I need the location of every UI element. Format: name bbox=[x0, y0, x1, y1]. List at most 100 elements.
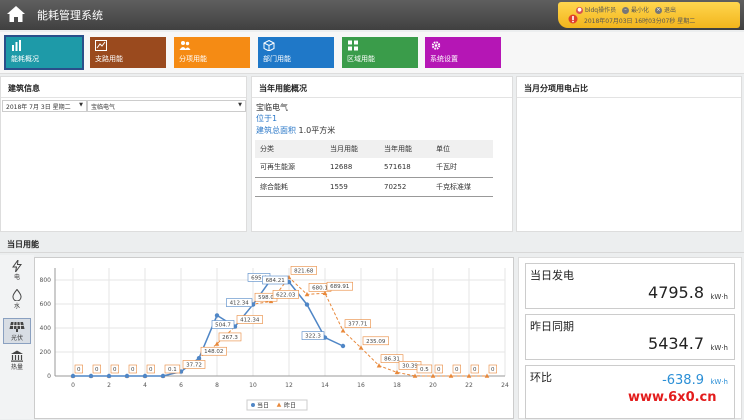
tab-solar[interactable]: 光伏 bbox=[3, 318, 31, 344]
data-label: 267.3 bbox=[222, 335, 238, 341]
nav-branch-energy[interactable]: 支路用能 bbox=[90, 37, 166, 68]
app-title: 能耗管理系统 bbox=[37, 9, 103, 22]
mom-unit: kW·h bbox=[710, 378, 728, 386]
logout-icon[interactable]: × bbox=[654, 7, 662, 14]
x-tick-label: 0 bbox=[71, 382, 75, 389]
cube-icon bbox=[263, 40, 275, 51]
gear-icon bbox=[431, 41, 441, 50]
x-tick-label: 2 bbox=[107, 382, 111, 389]
watermark: www.6x0.cn bbox=[628, 390, 717, 405]
data-label: 0 bbox=[437, 367, 441, 373]
nav-energy-overview[interactable]: 能耗概况 bbox=[4, 35, 84, 70]
monthly-share-panel: 当月分项用电占比 bbox=[516, 76, 742, 232]
data-label: 148.02 bbox=[204, 349, 223, 355]
data-point-today bbox=[106, 373, 112, 379]
today-generation-card: 当日发电 4795.8 kW·h bbox=[525, 263, 735, 309]
data-label: 821.68 bbox=[294, 268, 314, 274]
data-point-today bbox=[142, 373, 148, 379]
daily-energy-chart: 02004006008000 2 4 6 8 10 12 14 16 18 20 22 240 0 0 0 0 0… bbox=[40, 266, 509, 411]
data-point-today bbox=[88, 373, 94, 379]
data-point-today bbox=[340, 343, 346, 349]
data-point-yesterday bbox=[340, 328, 346, 333]
data-label: 0 bbox=[113, 367, 117, 373]
data-point-today bbox=[124, 373, 130, 379]
top-bar: 能耗管理系统 ● bldq操作员 – 最小化 × 退出 2018年07月03日 16时… bbox=[0, 0, 744, 30]
data-label: 30.39 bbox=[402, 363, 418, 369]
building-area: 建筑总面积 1.0平方米 bbox=[256, 126, 336, 135]
data-point-today bbox=[214, 313, 220, 318]
y-tick-label: 600 bbox=[40, 301, 52, 308]
legend-label-yesterday: 昨日 bbox=[284, 402, 296, 410]
data-label: 0 bbox=[131, 367, 135, 373]
logout-button[interactable]: 退出 bbox=[664, 7, 676, 14]
yearly-energy-panel: 当年用能概况 宝临电气 位于1 建筑总面积 1.0平方米 分类 当月用能 当年用… bbox=[251, 76, 513, 232]
data-point-today bbox=[70, 373, 76, 379]
data-label: 0 bbox=[77, 367, 81, 373]
data-label: 684.21 bbox=[266, 278, 285, 284]
y-tick-label: 200 bbox=[40, 349, 52, 356]
data-label: 689.91 bbox=[330, 284, 349, 290]
building-name: 宝临电气 bbox=[256, 103, 288, 112]
today-generation-label: 当日发电 bbox=[530, 269, 574, 282]
data-label: 0 bbox=[149, 367, 153, 373]
data-label: 86.31 bbox=[384, 357, 400, 363]
x-tick-label: 10 bbox=[249, 382, 257, 389]
tab-heat[interactable]: 热量 bbox=[3, 348, 31, 374]
data-label: 0 bbox=[455, 367, 459, 373]
data-label: 412.34 bbox=[230, 301, 250, 307]
x-tick-label: 6 bbox=[179, 382, 183, 389]
x-tick-label: 12 bbox=[285, 382, 293, 389]
user-icon: ● bbox=[576, 7, 583, 14]
nav-system-settings[interactable]: 系统设置 bbox=[425, 37, 501, 68]
chevron-down-icon: ▼ bbox=[238, 102, 242, 108]
x-tick-label: 8 bbox=[215, 382, 219, 389]
building-select[interactable]: 宝临电气 ▼ bbox=[87, 100, 246, 112]
today-generation-value: 4795.8 bbox=[648, 283, 704, 302]
data-label: 235.09 bbox=[366, 339, 386, 345]
x-tick-label: 22 bbox=[465, 382, 473, 389]
yesterday-unit: kW·h bbox=[710, 344, 728, 352]
data-label: 377.71 bbox=[348, 322, 367, 328]
building-location: 位于1 bbox=[256, 114, 278, 123]
home-icon[interactable] bbox=[6, 5, 26, 23]
picture-chart-icon bbox=[95, 40, 107, 51]
building-info-panel: 建筑信息 2018年 7月 3日 星期二 ▼ 宝临电气 ▼ bbox=[0, 76, 247, 232]
solar-panel-icon bbox=[9, 321, 25, 332]
chevron-down-icon: ▼ bbox=[79, 102, 83, 108]
alarm-icon[interactable] bbox=[568, 14, 578, 24]
daily-chart-panel: 0 200 400 600 800 0 2 4 6 8 10 12 14 16 18 20 22 24 0 0 0 0 0 0… bbox=[34, 257, 514, 419]
legend-marker-today bbox=[251, 403, 255, 407]
tab-water[interactable]: 水 bbox=[3, 287, 31, 313]
date-select[interactable]: 2018年 7月 3日 星期二 ▼ bbox=[2, 100, 87, 112]
user-role[interactable]: bldq操作员 bbox=[585, 7, 616, 14]
tab-electricity[interactable]: 电 bbox=[3, 258, 31, 284]
users-icon bbox=[179, 41, 191, 50]
nav-area-energy[interactable]: 区域用能 bbox=[342, 37, 418, 68]
yesterday-same-period-card: 昨日同期 5434.7 kW·h bbox=[525, 314, 735, 360]
x-tick-label: 14 bbox=[321, 382, 329, 389]
data-point-today bbox=[160, 373, 166, 379]
table-row: 可再生能源 12688 571618 千瓦时 bbox=[255, 158, 493, 178]
mom-label: 环比 bbox=[530, 371, 552, 384]
nav-department-energy[interactable]: 部门用能 bbox=[258, 37, 334, 68]
yearly-energy-table: 分类 当月用能 当年用能 单位 可再生能源 12688 571618 千瓦时 综… bbox=[255, 140, 493, 197]
x-tick-label: 16 bbox=[357, 382, 365, 389]
data-label: 0 bbox=[473, 367, 477, 373]
y-tick-label: 400 bbox=[40, 325, 52, 332]
yesterday-value: 5434.7 bbox=[648, 334, 704, 353]
monthly-share-title: 当月分项用电占比 bbox=[524, 84, 588, 93]
nav-itemized-energy[interactable]: 分项用能 bbox=[174, 37, 250, 68]
lightning-icon bbox=[12, 260, 22, 272]
water-drop-icon bbox=[12, 289, 22, 301]
energy-type-tabs: 电 水 光伏 热量 bbox=[0, 255, 34, 419]
data-label: 598.0 bbox=[258, 295, 274, 301]
daily-energy-title: 当日用能 bbox=[7, 240, 39, 249]
y-tick-label: 0 bbox=[47, 373, 51, 380]
x-tick-label: 20 bbox=[429, 382, 437, 389]
yesterday-label: 昨日同期 bbox=[530, 320, 574, 333]
bar-chart-icon bbox=[12, 40, 21, 51]
today-generation-unit: kW·h bbox=[710, 293, 728, 301]
minimize-icon[interactable]: – bbox=[622, 7, 630, 14]
minimize-button[interactable]: 最小化 bbox=[631, 7, 649, 14]
user-panel: ● bldq操作员 – 最小化 × 退出 2018年07月03日 16时03分07秒 … bbox=[558, 2, 740, 28]
